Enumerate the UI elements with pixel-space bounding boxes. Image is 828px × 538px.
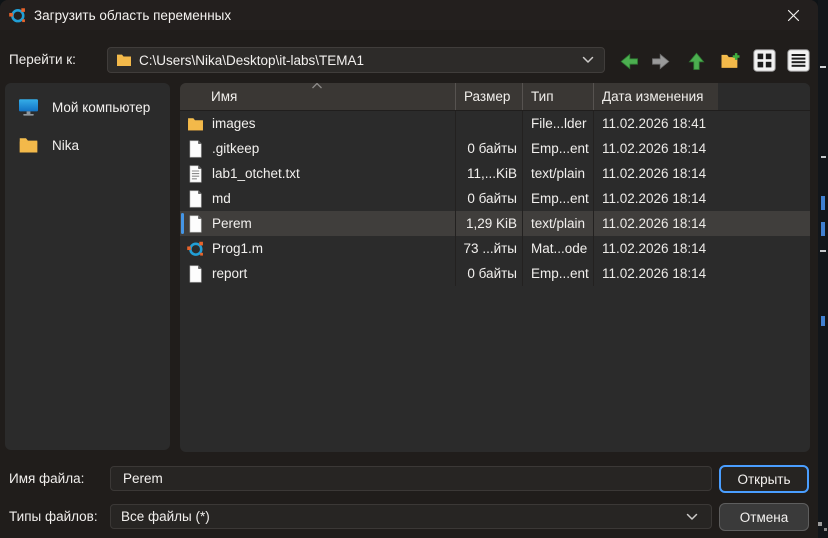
new-folder-icon [720,52,741,70]
path-combobox[interactable]: C:\Users\Nika\Desktop\it-labs\ТЕМА1 [107,47,605,73]
file-row-selected[interactable]: Perem 1,29 KiB text/plain 11.02.2026 18:… [180,211,810,236]
file-row[interactable]: .gitkeep 0 байты Emp...ent 11.02.2026 18… [180,136,810,161]
file-modified: 11.02.2026 18:41 [593,111,718,136]
file-modified: 11.02.2026 18:14 [593,161,718,186]
file-type: text/plain [522,211,593,236]
file-row[interactable]: images File...lder 11.02.2026 18:41 [180,111,810,136]
forward-button[interactable] [648,49,672,73]
forward-arrow-icon [651,52,670,71]
close-button[interactable] [772,0,814,30]
sidebar-item-home[interactable]: Nika [5,129,170,161]
text-file-icon [187,165,204,183]
chevron-down-icon [581,53,595,67]
folder-icon [18,135,39,155]
background-app-strip [818,0,828,538]
file-row[interactable]: lab1_otchet.txt 11,...KiB text/plain 11.… [180,161,810,186]
file-type: File...lder [522,111,593,136]
file-size: 0 байты [455,186,522,211]
up-arrow-icon [687,52,706,71]
dialog-title: Загрузить область переменных [34,8,231,23]
file-type: Emp...ent [522,186,593,211]
close-icon [787,9,800,22]
chevron-down-icon [685,510,699,524]
filename-input[interactable] [110,466,712,491]
file-type: Emp...ent [522,261,593,286]
column-header-filler [718,83,810,110]
current-path: C:\Users\Nika\Desktop\it-labs\ТЕМА1 [139,53,581,68]
filetype-combobox[interactable]: Все файлы (*) [110,504,712,529]
new-folder-button[interactable] [718,49,742,73]
folder-icon [187,115,204,133]
file-name: md [212,191,231,206]
file-type: Emp...ent [522,136,593,161]
sidebar-item-computer[interactable]: Мой компьютер [5,91,170,123]
goto-label: Перейти к: [9,52,76,67]
file-size [455,111,522,136]
places-sidebar: Мой компьютер Nika [5,83,170,450]
file-type: Mat...ode [522,236,593,261]
file-name: report [212,266,247,281]
title-bar: Загрузить область переменных [0,0,818,30]
sidebar-item-label: Nika [52,138,79,153]
file-type: text/plain [522,161,593,186]
up-directory-button[interactable] [684,49,708,73]
file-size: 0 байты [455,136,522,161]
back-arrow-icon [620,52,639,71]
file-list-header: Имя Размер Тип Дата изменения [180,83,810,111]
column-header-type[interactable]: Тип [522,83,593,110]
file-size: 73 ...йты [455,236,522,261]
file-icon [187,215,204,233]
filetype-label: Типы файлов: [9,509,98,524]
sidebar-item-label: Мой компьютер [52,100,150,115]
column-header-modified[interactable]: Дата изменения [593,83,718,110]
column-header-size[interactable]: Размер [455,83,522,110]
file-icon [187,265,204,283]
file-icon [187,190,204,208]
back-button[interactable] [617,49,641,73]
filename-label: Имя файла: [9,471,84,486]
file-size: 11,...KiB [455,161,522,186]
list-view-icon [787,49,810,72]
file-size: 0 байты [455,261,522,286]
file-modified: 11.02.2026 18:14 [593,261,718,286]
open-file-dialog: Загрузить область переменных Перейти к: … [0,0,818,538]
file-size: 1,29 KiB [455,211,522,236]
cancel-button[interactable]: Отмена [719,503,809,531]
file-modified: 11.02.2026 18:14 [593,236,718,261]
file-name: images [212,116,256,131]
file-icon [187,140,204,158]
sort-ascending-icon [311,83,323,89]
file-modified: 11.02.2026 18:14 [593,211,718,236]
octave-icon [187,240,204,258]
file-name: Perem [212,216,252,231]
file-modified: 11.02.2026 18:14 [593,136,718,161]
file-modified: 11.02.2026 18:14 [593,186,718,211]
icon-view-button[interactable] [752,48,776,72]
file-name: Prog1.m [212,241,263,256]
file-name: lab1_otchet.txt [212,166,300,181]
computer-icon [18,97,39,117]
file-name: .gitkeep [212,141,259,156]
file-row[interactable]: md 0 байты Emp...ent 11.02.2026 18:14 [180,186,810,211]
file-list-panel: Имя Размер Тип Дата изменения images Fil… [180,83,810,452]
folder-icon [116,52,132,68]
octave-app-icon [9,7,26,24]
open-button[interactable]: Открыть [719,465,809,493]
list-view-button[interactable] [786,48,810,72]
file-row[interactable]: Prog1.m 73 ...йты Mat...ode 11.02.2026 1… [180,236,810,261]
file-row[interactable]: report 0 байты Emp...ent 11.02.2026 18:1… [180,261,810,286]
grid-view-icon [753,49,776,72]
filetype-value: Все файлы (*) [121,509,685,524]
